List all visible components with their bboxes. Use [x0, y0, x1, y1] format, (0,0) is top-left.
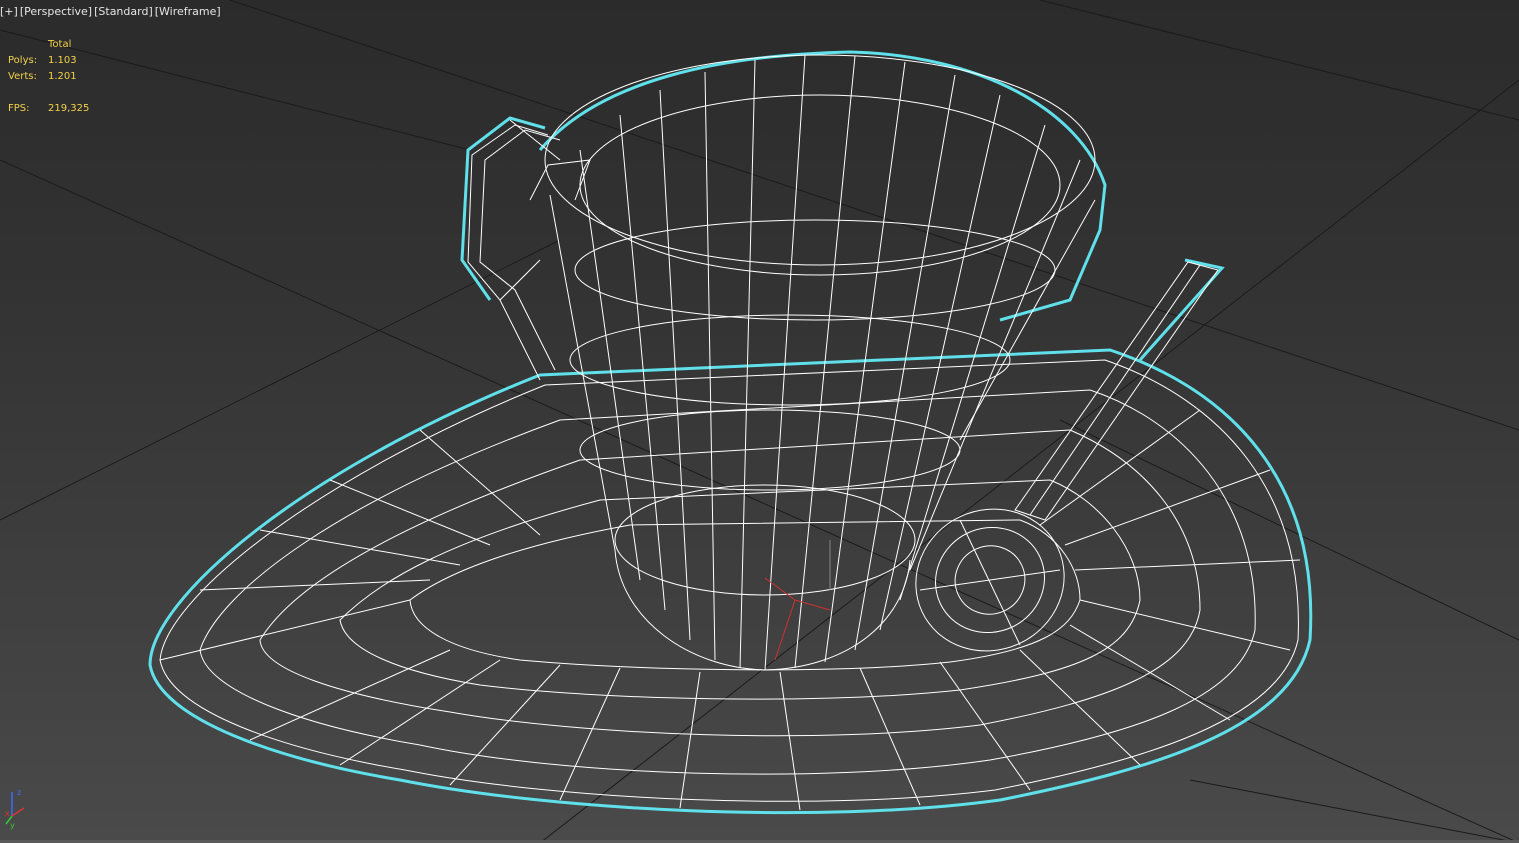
- viewport-shading-menu[interactable]: [Wireframe]: [155, 5, 221, 18]
- stats-verts-label: Verts:: [8, 71, 37, 82]
- stats-polys-value: 1.103: [48, 55, 77, 66]
- stats-spacer: [8, 85, 89, 101]
- saucer-mesh[interactable]: [148, 348, 1313, 815]
- cup-mesh[interactable]: [538, 50, 1107, 671]
- stats-polys-row: Polys: 1.103: [8, 53, 89, 69]
- viewport-general-menu[interactable]: [+]: [0, 5, 18, 18]
- gizmo-x-label: x: [5, 809, 10, 818]
- gizmo-y-label: y: [10, 821, 15, 830]
- stats-verts-row: Verts: 1.201: [8, 69, 89, 85]
- view-axis-gizmo-icon: z x y: [5, 788, 25, 830]
- viewport-point-of-view-menu[interactable]: [Perspective]: [20, 5, 92, 18]
- saucer-selection-outline: [148, 348, 1313, 815]
- handle-mesh[interactable]: [460, 116, 591, 381]
- perspective-viewport[interactable]: [+] [Perspective] [Standard] [Wireframe] To…: [0, 0, 1519, 843]
- stats-polys-label: Polys:: [8, 55, 38, 66]
- cup-selection-outline: [538, 50, 1107, 322]
- viewport-label-menu[interactable]: [+] [Perspective] [Standard] [Wireframe]: [0, 4, 223, 20]
- handle-selection-outline: [460, 116, 546, 301]
- spoon-selection-outline: [1138, 258, 1225, 361]
- viewport-scene[interactable]: [0, 0, 1519, 843]
- statistics-overlay: Total Polys: 1.103 Verts: 1.201 FPS: 219,32…: [8, 37, 89, 117]
- viewport-standard-menu[interactable]: [Standard]: [94, 5, 153, 18]
- stats-header: Total: [48, 39, 72, 50]
- stats-fps-value: 219,325: [48, 103, 90, 114]
- stats-verts-value: 1.201: [48, 71, 77, 82]
- stats-fps-row: FPS: 219,325: [8, 101, 89, 117]
- stats-fps-label: FPS:: [8, 103, 30, 114]
- gizmo-z-label: z: [17, 788, 21, 797]
- home-grid: [0, 0, 1519, 843]
